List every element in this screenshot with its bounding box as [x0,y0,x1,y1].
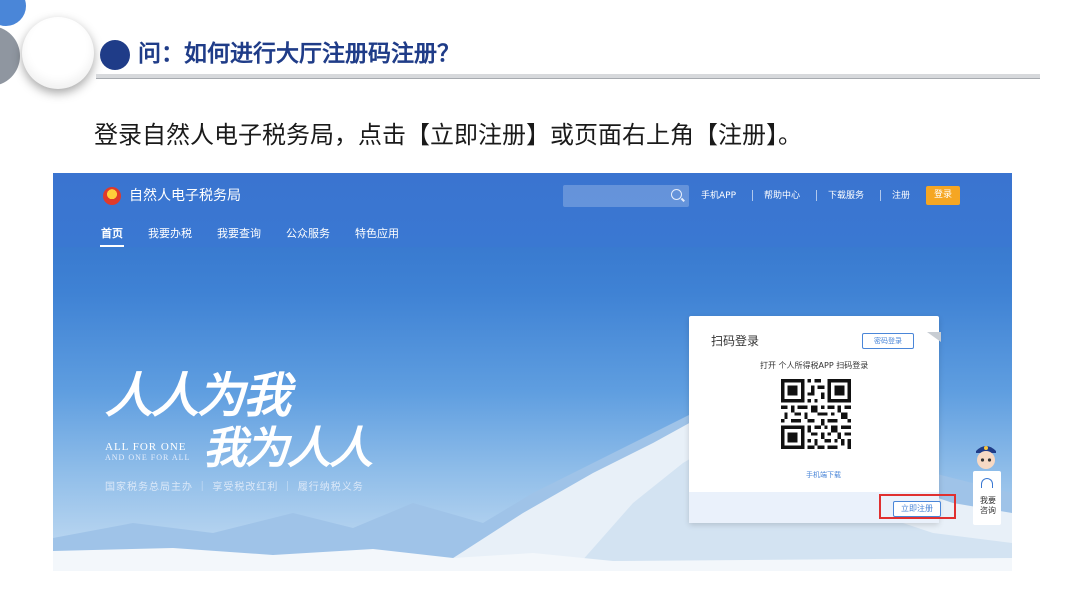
site-header: 自然人电子税务局 手机APP 帮助中心 下载服务 注册 登录 首页 我要办税 我… [53,173,1012,247]
tab-home[interactable]: 首页 [101,226,123,242]
instruction-text: 登录自然人电子税务局，点击【立即注册】或页面右上角【注册】。 [94,121,802,149]
title-bullet [100,40,130,70]
top-link-download[interactable]: 下载服务 [828,189,864,203]
tab-public-service[interactable]: 公众服务 [286,226,330,242]
top-link-mobile-app[interactable]: 手机APP [701,189,736,203]
slogan-line-2: 我为人人 [203,423,373,474]
assistant-consult-label[interactable]: 我要咨询 [977,496,999,516]
qr-login-title: 扫码登录 [711,334,760,348]
top-link-help-center[interactable]: 帮助中心 [764,189,800,203]
site-name[interactable]: 自然人电子税务局 [129,186,241,206]
title-divider [96,74,1040,79]
top-link-register[interactable]: 注册 [892,189,910,203]
tab-query[interactable]: 我要查询 [217,226,261,242]
qr-login-card: 扫码登录 密码登录 打开 个人所得税APP 扫码登录 手机端下载 立即注册 [689,316,941,523]
top-link-separator [752,190,753,201]
decorative-ring [22,17,94,89]
slogan-line-1: 人人为我 [105,368,291,424]
top-link-separator [880,190,881,201]
decorative-circle-gray [0,26,20,86]
website-screenshot: 自然人电子税务局 手机APP 帮助中心 下载服务 注册 登录 首页 我要办税 我… [53,173,1012,571]
slide-title: 问：如何进行大厅注册码注册？ [138,41,460,67]
active-tab-indicator [100,245,124,247]
tab-tax-handling[interactable]: 我要办税 [148,226,192,242]
password-login-button[interactable]: 密码登录 [862,333,914,349]
slogan-english-1: ALL FOR ONE [105,441,187,453]
assistant-avatar-icon[interactable] [973,441,999,471]
top-link-separator [816,190,817,201]
login-button[interactable]: 登录 [926,186,960,205]
headset-icon[interactable] [981,478,993,488]
slogan-english-2: AND ONE FOR ALL [105,453,191,462]
register-highlight-box [879,494,956,519]
search-icon[interactable] [671,189,682,200]
qr-code [781,379,851,449]
tax-emblem-icon [103,187,121,205]
decorative-circle-blue [0,0,26,26]
tab-special-apps[interactable]: 特色应用 [355,226,399,242]
slogan-subtitle: 国家税务总局主办 ｜ 享受税改红利 ｜ 履行纳税义务 [105,482,364,493]
search-input[interactable] [563,185,689,207]
mobile-download-link[interactable]: 手机端下载 [806,470,841,480]
qr-login-hint: 打开 个人所得税APP 扫码登录 [760,361,869,370]
pc-corner-icon[interactable] [927,332,941,342]
